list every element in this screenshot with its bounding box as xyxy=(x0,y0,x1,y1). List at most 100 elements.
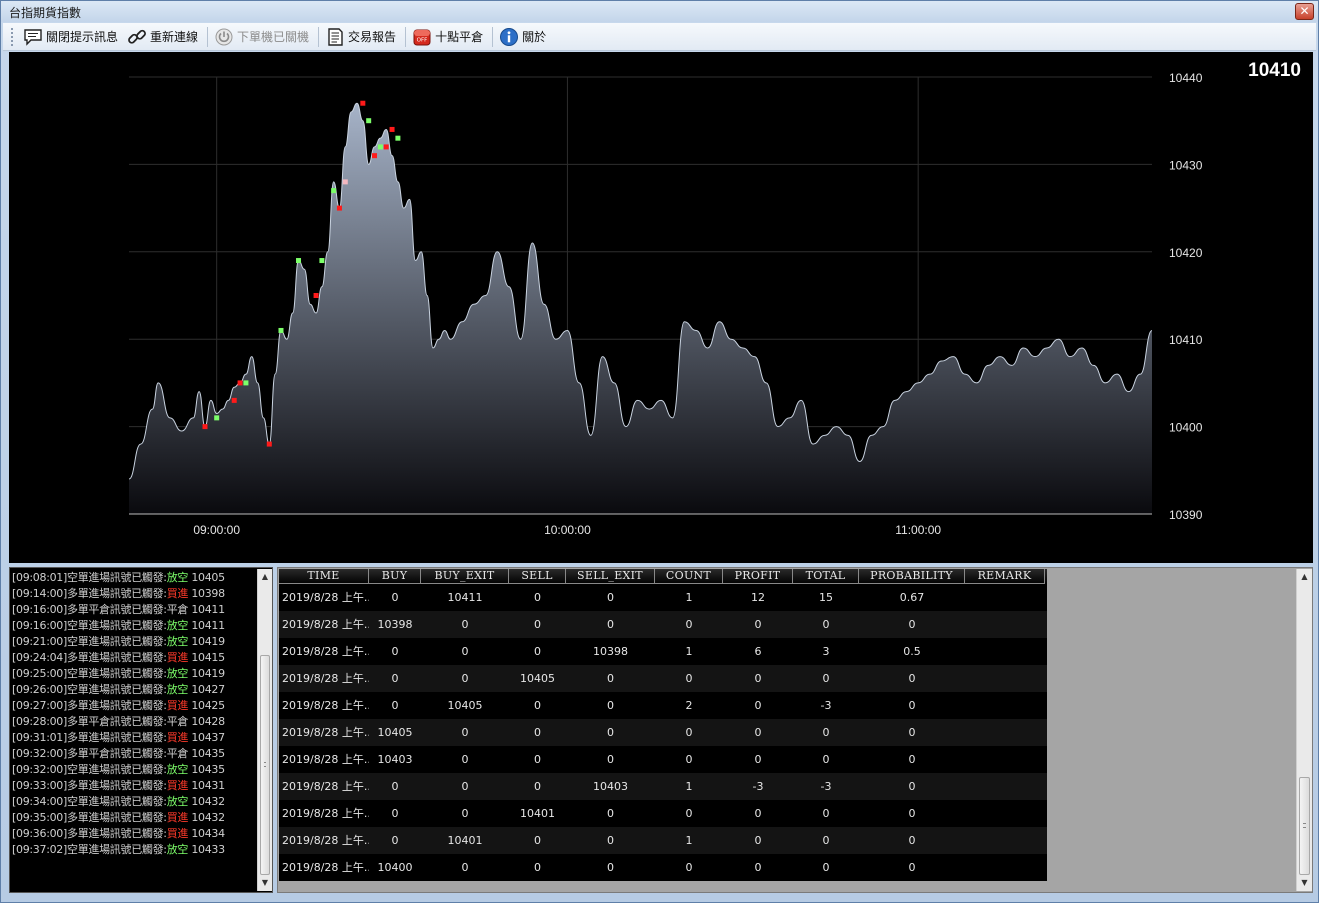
signal-marker-buy xyxy=(389,126,395,132)
signal-marker-sell xyxy=(243,380,249,386)
column-header-profit[interactable]: PROFIT xyxy=(723,569,793,584)
log-scroll-thumb[interactable] xyxy=(260,655,270,875)
table-cell: 0 xyxy=(461,807,469,820)
table-cell: 2019/8/28 上午... xyxy=(282,591,369,604)
table-cell: 0 xyxy=(391,780,399,793)
signal-marker-buy xyxy=(336,205,342,211)
grid-scroll-thumb[interactable] xyxy=(1299,777,1310,875)
log-action: 平倉 xyxy=(166,715,189,728)
table-cell: 0 xyxy=(461,780,469,793)
log-action: 平倉 xyxy=(166,603,189,616)
reconnect-button[interactable]: 重新連線 xyxy=(124,26,204,48)
table-row[interactable]: 2019/8/28 上午... 10400 0 0 0 0 0 0 0 xyxy=(279,854,1047,881)
column-header-buy-exit[interactable]: BUY_EXIT xyxy=(421,569,509,584)
table-cell: 10403 xyxy=(377,753,413,766)
close-positions-ten-label: 十點平倉 xyxy=(435,30,484,44)
order-machine-status-label: 下單機已關機 xyxy=(237,30,310,44)
table-cell xyxy=(965,746,1045,773)
log-line: [09:36:00]多單進場訊號已觸發:買進 10434 xyxy=(12,826,256,842)
log-line: [09:37:02]空單進場訊號已觸發:放空 10433 xyxy=(12,842,256,858)
toolbar-separator xyxy=(492,26,494,47)
table-cell: 0.5 xyxy=(903,645,921,658)
table-row[interactable]: 2019/8/28 上午... 0 0 0 10403 1 -3 -3 0 xyxy=(279,773,1047,800)
trade-report-button[interactable]: 交易報告 xyxy=(322,26,402,48)
log-line: [09:27:00]多單進場訊號已觸發:買進 10425 xyxy=(12,698,256,714)
log-price: 10432 xyxy=(191,811,225,824)
table-cell: 2019/8/28 上午... xyxy=(282,645,369,658)
log-action: 買進 xyxy=(166,779,189,792)
log-price: 10398 xyxy=(191,587,225,600)
table-row[interactable]: 2019/8/28 上午... 10403 0 0 0 0 0 0 0 xyxy=(279,746,1047,773)
table-cell: 0 xyxy=(822,672,830,685)
order-machine-status-button[interactable]: 下單機已關機 xyxy=(211,26,315,48)
table-cell xyxy=(965,665,1045,692)
table-row[interactable]: 2019/8/28 上午... 0 10401 0 0 1 0 0 0 xyxy=(279,827,1047,854)
column-header-buy[interactable]: BUY xyxy=(369,569,421,584)
table-cell: 0 xyxy=(461,753,469,766)
log-action: 放空 xyxy=(166,683,189,696)
title-bar[interactable]: 台指期貨指數 ✕ xyxy=(1,1,1318,22)
log-message: 多單平倉訊號已觸發: xyxy=(67,747,167,760)
scroll-down-arrow-icon[interactable]: ▼ xyxy=(258,875,272,891)
table-cell: 0 xyxy=(534,861,541,874)
log-message: 空單進場訊號已觸發: xyxy=(67,683,167,696)
table-cell: 0 xyxy=(607,807,614,820)
log-price: 10425 xyxy=(191,699,225,712)
table-cell: 10398 xyxy=(377,618,413,631)
log-scrollbar[interactable]: ▲ ▼ xyxy=(257,569,272,891)
scroll-down-arrow-icon[interactable]: ▼ xyxy=(1297,875,1312,891)
table-cell: 0 xyxy=(607,861,614,874)
log-action: 買進 xyxy=(166,651,189,664)
table-row[interactable]: 2019/8/28 上午... 0 10411 0 0 1 12 15 0.67 xyxy=(279,584,1047,611)
table-cell: -3 xyxy=(820,780,832,793)
log-time: [09:37:02] xyxy=(12,843,67,856)
log-message: 多單平倉訊號已觸發: xyxy=(67,715,167,728)
table-row[interactable]: 2019/8/28 上午... 0 0 10405 0 0 0 0 0 xyxy=(279,665,1047,692)
log-price: 10405 xyxy=(191,571,225,584)
table-cell: 1 xyxy=(685,645,693,658)
log-message: 多單進場訊號已觸發: xyxy=(67,779,167,792)
table-cell: 0 xyxy=(754,807,762,820)
scroll-up-arrow-icon[interactable]: ▲ xyxy=(258,569,272,585)
grid-header-row: TIME BUY BUY_EXIT SELL SELL_EXIT COUNT PROFIT T… xyxy=(279,569,1047,584)
table-row[interactable]: 2019/8/28 上午... 10405 0 0 0 0 0 0 0 xyxy=(279,719,1047,746)
column-header-sell[interactable]: SELL xyxy=(509,569,566,584)
table-cell: 10405 xyxy=(520,672,555,685)
log-line: [09:34:00]空單進場訊號已觸發:放空 10432 xyxy=(12,794,256,810)
table-row[interactable]: 2019/8/28 上午... 0 0 0 10398 1 6 3 0.5 xyxy=(279,638,1047,665)
table-cell: 2019/8/28 上午... xyxy=(282,699,369,712)
scroll-up-arrow-icon[interactable]: ▲ xyxy=(1297,569,1312,585)
reconnect-label: 重新連線 xyxy=(150,30,199,44)
table-cell: 0.67 xyxy=(899,591,925,604)
power-icon xyxy=(214,27,234,47)
log-action: 放空 xyxy=(166,619,189,632)
table-cell: 0 xyxy=(908,861,916,874)
y-tick-label: 10440 xyxy=(1169,71,1203,85)
close-button[interactable]: ✕ xyxy=(1295,3,1314,20)
log-action: 買進 xyxy=(166,827,189,840)
log-line: [09:26:00]空單進場訊號已觸發:放空 10427 xyxy=(12,682,256,698)
table-cell: 0 xyxy=(534,780,541,793)
column-header-total[interactable]: TOTAL xyxy=(793,569,859,584)
grid-body: 2019/8/28 上午... 0 10411 0 0 1 12 15 0.67 2019/8/2… xyxy=(279,584,1047,881)
table-row[interactable]: 2019/8/28 上午... 0 0 10401 0 0 0 0 0 xyxy=(279,800,1047,827)
log-price: 10435 xyxy=(191,763,225,776)
toolbar-grip[interactable] xyxy=(11,27,14,46)
column-header-sell-exit[interactable]: SELL_EXIT xyxy=(566,569,655,584)
table-row[interactable]: 2019/8/28 上午... 0 10405 0 0 2 0 -3 0 xyxy=(279,692,1047,719)
log-action: 放空 xyxy=(166,763,189,776)
log-line: [09:14:00]多單進場訊號已觸發:買進 10398 xyxy=(12,586,256,602)
table-cell: 2019/8/28 上午... xyxy=(282,672,369,685)
column-header-remark[interactable]: REMARK xyxy=(965,569,1045,584)
grid-scrollbar[interactable]: ▲ ▼ xyxy=(1296,569,1312,891)
column-header-time[interactable]: TIME xyxy=(279,569,369,584)
log-price: 10419 xyxy=(191,635,225,648)
about-button[interactable]: 關於 xyxy=(496,26,552,48)
column-header-probability[interactable]: PROBABILITY xyxy=(859,569,965,584)
column-header-count[interactable]: COUNT xyxy=(655,569,723,584)
table-row[interactable]: 2019/8/28 上午... 10398 0 0 0 0 0 0 0 xyxy=(279,611,1047,638)
toggle-notifications-button[interactable]: 關閉提示訊息 xyxy=(20,26,124,48)
close-positions-ten-button[interactable]: OFF 十點平倉 xyxy=(409,26,489,48)
x-tick-label: 09:00:00 xyxy=(193,523,240,537)
log-time: [09:28:00] xyxy=(12,715,67,728)
